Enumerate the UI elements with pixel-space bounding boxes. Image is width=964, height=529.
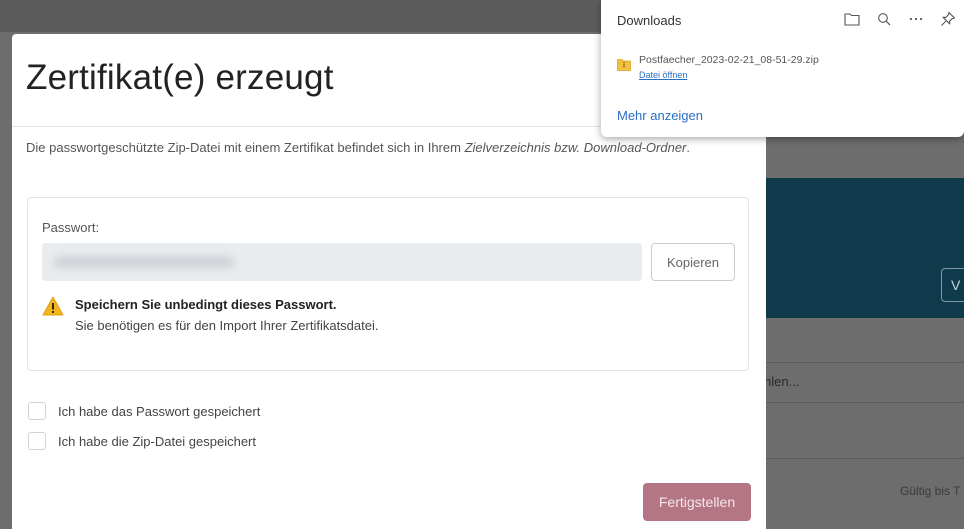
background-banner	[766, 178, 964, 318]
copy-button[interactable]: Kopieren	[651, 243, 735, 281]
downloads-flyout: Downloads Postfaecher_2023-02-21_08-51-2…	[601, 0, 964, 137]
warning-icon	[42, 296, 64, 316]
intro-end: .	[686, 140, 690, 155]
checkbox-row-zip[interactable]: Ich habe die Zip-Datei gespeichert	[28, 432, 256, 450]
background-banner-button: V	[941, 268, 964, 302]
more-icon[interactable]	[906, 9, 926, 29]
intro-emphasis: Zielverzeichnis bzw. Download-Ordner	[464, 140, 687, 155]
downloads-toolbar	[842, 9, 958, 29]
background-divider	[766, 362, 964, 363]
zip-saved-checkbox[interactable]	[28, 432, 46, 450]
pin-icon[interactable]	[938, 9, 958, 29]
download-file-name: Postfaecher_2023-02-21_08-51-29.zip	[639, 54, 819, 66]
password-saved-checkbox[interactable]	[28, 402, 46, 420]
warning-title: Speichern Sie unbedingt dieses Passwort.	[75, 297, 337, 312]
open-file-link[interactable]: Datei öffnen	[639, 70, 687, 80]
warning-text: Sie benötigen es für den Import Ihrer Ze…	[75, 318, 379, 333]
folder-icon[interactable]	[842, 9, 862, 29]
password-field[interactable]	[42, 243, 642, 281]
password-label: Passwort:	[42, 220, 100, 235]
background-select-text: hlen...	[764, 374, 800, 389]
zip-file-icon	[617, 59, 631, 71]
downloads-title: Downloads	[617, 13, 682, 28]
dialog-title: Zertifikat(e) erzeugt	[26, 58, 334, 97]
password-saved-label[interactable]: Ich habe das Passwort gespeichert	[58, 404, 260, 419]
password-value-blurred	[54, 256, 234, 268]
background-divider	[766, 458, 964, 459]
finish-button[interactable]: Fertigstellen	[643, 483, 751, 521]
show-more-link[interactable]: Mehr anzeigen	[617, 108, 703, 123]
download-item[interactable]: Postfaecher_2023-02-21_08-51-29.zip Date…	[617, 50, 947, 90]
zip-saved-label[interactable]: Ich habe die Zip-Datei gespeichert	[58, 434, 256, 449]
search-icon[interactable]	[874, 9, 894, 29]
background-divider	[766, 402, 964, 403]
dialog-intro-text: Die passwortgeschützte Zip-Datei mit ein…	[26, 138, 756, 158]
intro-text: Die passwortgeschützte Zip-Datei mit ein…	[26, 140, 465, 155]
checkbox-row-password[interactable]: Ich habe das Passwort gespeichert	[28, 402, 260, 420]
background-valid-text: Gültig bis T	[900, 484, 961, 498]
password-panel: Passwort: Kopieren Speichern Sie unbedin…	[27, 197, 749, 371]
